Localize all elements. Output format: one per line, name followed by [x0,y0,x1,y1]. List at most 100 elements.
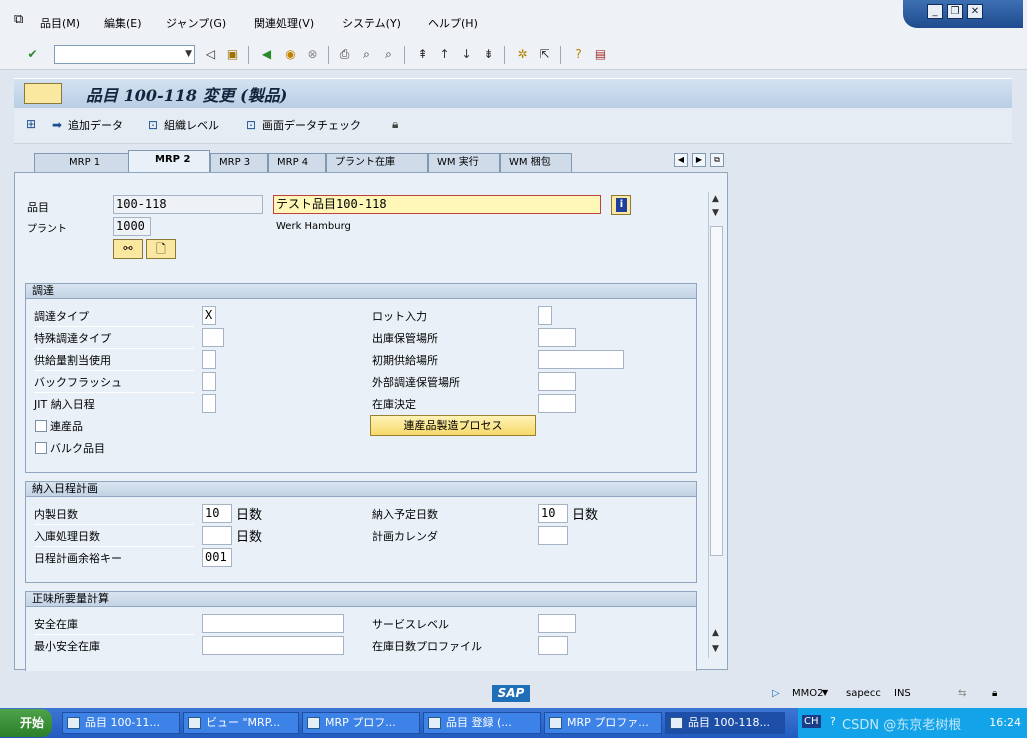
additional-data-button[interactable]: ➡ 追加データ [52,117,123,133]
scheduling-group: 納入日程計画 内製日数 10 日数 入庫処理日数 日数 日程計画余裕キー 001… [25,481,697,583]
quota-usage-field[interactable] [202,350,216,369]
bulk-material-checkbox[interactable] [35,442,47,454]
tab-wm-execution[interactable]: WM 実行 [428,153,500,172]
material-field[interactable]: 100-118 [113,195,263,214]
taskbar-item[interactable]: 品目 100-11... [62,712,180,734]
menu-goto[interactable]: ジャンプ(G) [166,15,226,31]
tab-list-icon[interactable]: ⧉ [710,153,724,167]
coproduct-process-button[interactable]: 連産品製造プロセス [370,415,536,436]
jit-schedule-field[interactable] [202,394,216,413]
cancel-icon[interactable]: ⊗ [304,46,321,63]
chevron-down-icon[interactable]: ▼ [185,49,192,59]
document-button[interactable]: 🗋︎ [146,239,176,259]
org-levels-button[interactable]: ⊡ 組織レベル [148,117,219,133]
menu-help[interactable]: ヘルプ(H) [428,15,478,31]
tab-prev-icon[interactable]: ◀ [674,153,688,167]
sm-key-field[interactable]: 001 [202,548,232,567]
first-page-icon[interactable]: ⇞ [414,46,431,63]
min-safety-stock-field[interactable] [202,636,344,655]
safety-stock-label: 安全在庫 [34,618,78,631]
layout-menu-icon[interactable]: ▤ [592,46,609,63]
status-play-icon[interactable]: ▷ [772,688,780,699]
tab-mrp3[interactable]: MRP 3 [210,153,268,172]
menu-edit[interactable]: 編集(E) [104,15,142,31]
last-page-icon[interactable]: ⇟ [480,46,497,63]
exit-icon[interactable]: ◉ [282,46,299,63]
org-levels-icon: ⊡ [148,118,159,132]
close-icon[interactable]: ✕ [967,4,983,19]
info-button[interactable]: i [611,195,631,215]
planned-delivery-field[interactable]: 10 [538,504,568,523]
lock-button[interactable]: 🔒︎ [392,117,408,132]
planning-calendar-field[interactable] [538,526,568,545]
scroll-top-icon[interactable]: ▲ [712,194,719,204]
command-field[interactable]: ▼ [54,45,195,64]
menu-system[interactable]: システム(Y) [342,15,401,31]
next-page-icon[interactable]: ↓ [458,46,475,63]
taskbar-item[interactable]: 品目 登録 (... [423,712,541,734]
new-session-icon[interactable]: ✲ [514,46,531,63]
stock-determination-field[interactable] [538,394,576,413]
separator [248,46,249,64]
help-icon[interactable]: ? [830,715,836,728]
taskbar-item[interactable]: MRP プロフ... [302,712,420,734]
scroll-thumb[interactable] [710,226,723,556]
default-supply-area-field[interactable] [538,350,624,369]
menu-material[interactable]: 品目(M) [40,15,80,31]
session-transaction: MMO2 [792,688,824,699]
tab-plant-stock[interactable]: プラント在庫 [326,153,428,172]
prod-storage-location-field[interactable] [538,328,576,347]
scroll-up-icon[interactable]: ▼ [712,208,719,218]
language-indicator[interactable]: CH [802,715,821,728]
coproduct-checkbox[interactable] [35,420,47,432]
material-description-field[interactable]: テスト品目100-118 [273,195,601,214]
special-procurement-field[interactable] [202,328,224,347]
print-icon[interactable]: ⎙ [336,46,353,63]
coverage-profile-field[interactable] [538,636,568,655]
enter-icon[interactable]: ✔ [24,46,41,63]
min-safety-stock-label: 最小安全在庫 [34,640,100,653]
views-icon[interactable] [24,83,62,104]
security-lock-icon[interactable]: 🔒︎ [992,688,997,699]
menu-icon[interactable]: ⧉ [14,12,23,27]
restore-icon[interactable]: ❐ [947,4,963,19]
minimize-icon[interactable]: _ [927,4,943,19]
find-icon[interactable]: ⌕ [358,46,375,63]
check-screen-button[interactable]: ⊡ 画面データチェック [246,117,361,133]
inhouse-production-field[interactable]: 10 [202,504,232,523]
scroll-bottom-icon[interactable]: ▼ [712,644,719,654]
tab-wm-packaging[interactable]: WM 梱包 [500,153,572,172]
back-icon[interactable]: ◀ [258,46,275,63]
ext-procurement-storage-field[interactable] [538,372,576,391]
row-divider [34,546,194,547]
start-button[interactable]: 开始 [0,709,52,737]
vertical-scrollbar[interactable]: ▲ ▼ ▲ ▼ [708,192,724,658]
procurement-type-field[interactable]: X [202,306,216,325]
shortcut-icon[interactable]: ⇱ [536,46,553,63]
tab-mrp4[interactable]: MRP 4 [268,153,326,172]
taskbar-item[interactable]: ビュー "MRP... [183,712,299,734]
planned-delivery-days-unit: 日数 [572,508,599,523]
find-next-icon[interactable]: ⌕ [380,46,397,63]
tab-mrp1[interactable]: MRP 1 [34,153,130,172]
help-icon[interactable]: ? [570,46,587,63]
org-levels-small-button[interactable]: ⚯ [113,239,143,259]
safety-stock-field[interactable] [202,614,344,633]
service-level-field[interactable] [538,614,576,633]
taskbar-item-active[interactable]: 品目 100-118... [665,712,785,734]
batch-entry-field[interactable] [538,306,552,325]
save-icon[interactable]: ▣ [224,46,241,63]
create-views-button[interactable]: ⊞ [26,117,42,131]
gr-processing-label: 入庫処理日数 [34,530,100,543]
scroll-down-icon[interactable]: ▲ [712,628,719,638]
tab-mrp2[interactable]: MRP 2 [128,150,210,172]
taskbar-item[interactable]: MRP プロファ... [544,712,662,734]
menu-environment[interactable]: 関連処理(V) [254,15,314,31]
prev-page-icon[interactable]: ↑ [436,46,453,63]
back-small-icon[interactable]: ◁ [202,46,219,63]
gr-processing-field[interactable] [202,526,232,545]
tab-next-icon[interactable]: ▶ [692,153,706,167]
plant-field[interactable]: 1000 [113,217,151,236]
chevron-down-icon[interactable]: ▼ [822,688,828,697]
backflush-field[interactable] [202,372,216,391]
